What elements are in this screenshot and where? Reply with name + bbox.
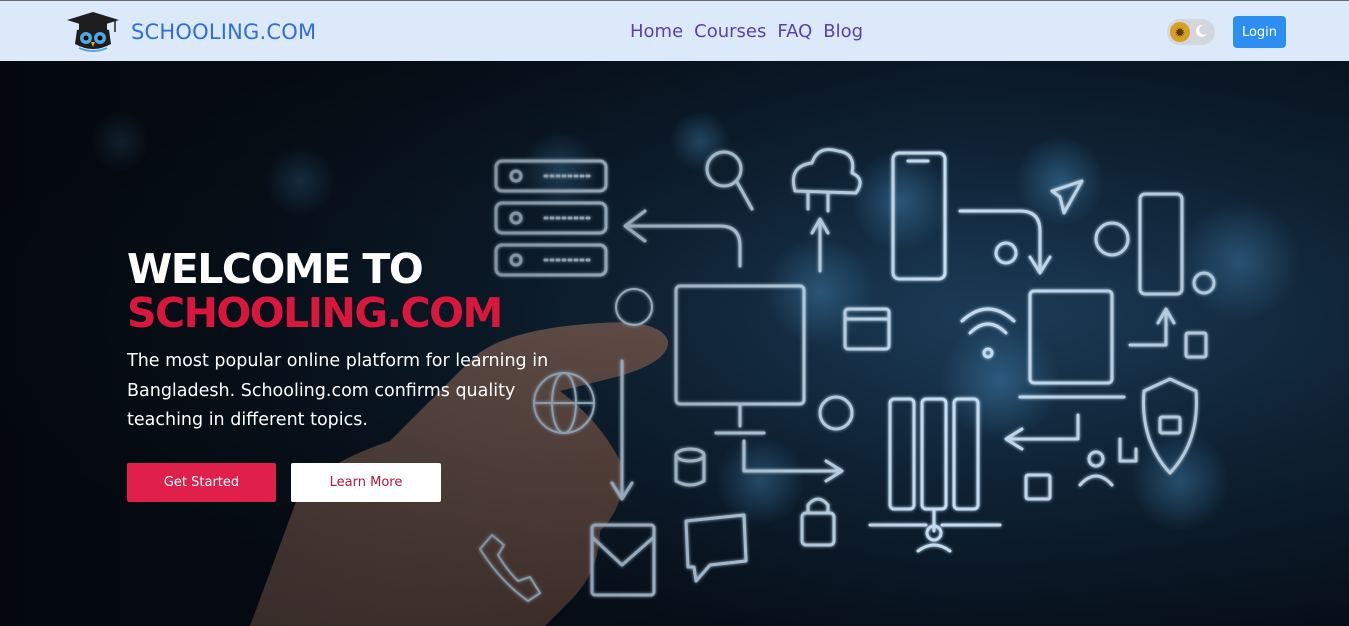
hero-section: WELCOME TO SCHOOLING.COM The most popula…	[0, 61, 1349, 626]
nav-courses[interactable]: Courses	[694, 21, 766, 42]
owl-graduate-logo-icon	[67, 12, 119, 52]
hero-title-accent: SCHOOLING.COM	[127, 289, 503, 337]
hero-buttons: Get Started Learn More	[127, 463, 441, 502]
nav-blog[interactable]: Blog	[823, 21, 863, 42]
hero-description: The most popular online platform for lea…	[127, 351, 549, 430]
theme-toggle[interactable]: ✹	[1167, 19, 1215, 45]
nav-home[interactable]: Home	[630, 21, 683, 42]
main-nav: Home Courses FAQ Blog	[630, 21, 863, 42]
hero-title: WELCOME TO	[127, 245, 424, 293]
navbar: SCHOOLING.COM Home Courses FAQ Blog ✹ Lo…	[0, 0, 1349, 61]
sun-icon: ✹	[1170, 22, 1190, 42]
nav-faq[interactable]: FAQ	[777, 21, 812, 42]
hero-content: WELCOME TO SCHOOLING.COM The most popula…	[127, 247, 587, 436]
brand[interactable]: SCHOOLING.COM	[63, 10, 316, 54]
moon-icon	[1195, 24, 1207, 37]
brand-name: SCHOOLING.COM	[131, 20, 317, 44]
get-started-button[interactable]: Get Started	[127, 463, 276, 502]
login-button[interactable]: Login	[1233, 16, 1286, 48]
learn-more-button[interactable]: Learn More	[291, 463, 441, 502]
